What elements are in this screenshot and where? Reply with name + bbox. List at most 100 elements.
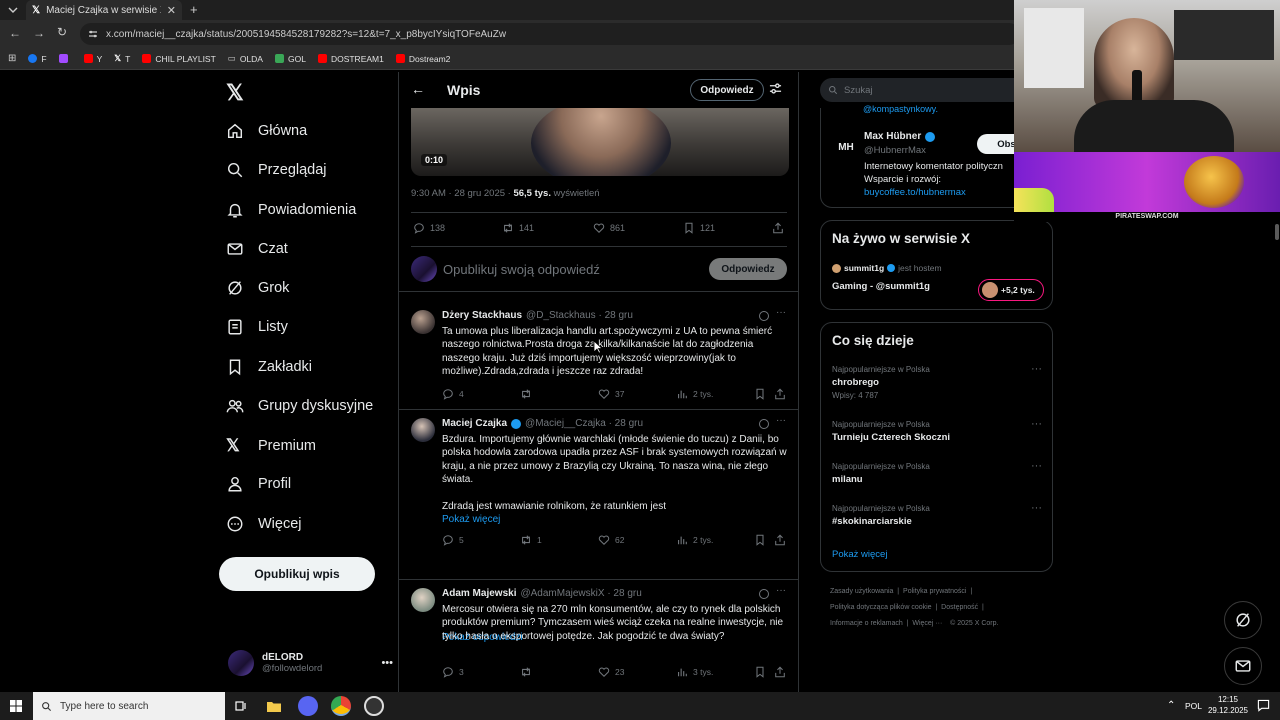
reply-input[interactable]: Opublikuj swoją odpowiedź — [443, 262, 600, 277]
messages-float-button[interactable] — [1224, 647, 1262, 685]
suggested-bio-link[interactable]: buycoffee.to/hubnermax — [864, 187, 966, 198]
close-tab-icon[interactable]: ✕ — [167, 4, 176, 17]
nav-item-lists[interactable]: Listy — [226, 318, 288, 336]
discord-app-icon[interactable] — [298, 696, 318, 716]
nav-item-grok[interactable]: Grok — [226, 279, 289, 297]
partial-link[interactable]: @kompastynkowy. — [863, 104, 938, 114]
reply-author-name[interactable]: Maciej Czajka — [442, 418, 507, 429]
footer-link[interactable]: Polityka prywatności — [903, 588, 966, 595]
more-dots-icon[interactable]: ••• — [381, 657, 393, 669]
trend-item[interactable]: Najpopularniejsze w Polska Turnieju Czte… — [832, 420, 1042, 450]
post-button[interactable]: Opublikuj wpis — [219, 557, 375, 591]
bookmark-twitch[interactable] — [58, 54, 72, 63]
scrollbar-thumb[interactable] — [1275, 224, 1279, 240]
repost-action[interactable]: 141 — [502, 222, 534, 234]
bookmark-dostream1[interactable]: DOSTREAM1 — [317, 54, 384, 64]
trend-item[interactable]: Najpopularniejsze w Polska #skokinarciar… — [832, 504, 1042, 534]
filter-settings-icon[interactable] — [769, 82, 782, 95]
nav-item-explore[interactable]: Przeglądaj — [226, 161, 327, 179]
nav-item-home[interactable]: Główna — [226, 122, 307, 140]
bookmark-dostream2[interactable]: Dostream2 — [395, 54, 450, 64]
nav-item-chat[interactable]: Czat — [226, 240, 288, 258]
back-arrow-icon[interactable]: ← — [9, 26, 21, 40]
trends-show-more[interactable]: Pokaż więcej — [832, 549, 887, 560]
new-tab-button[interactable]: + — [190, 2, 198, 17]
grok-icon[interactable] — [759, 419, 769, 429]
footer-link[interactable]: Więcej ··· — [912, 620, 942, 627]
keyboard-language[interactable]: POL — [1185, 701, 1202, 711]
file-explorer-icon[interactable] — [264, 696, 284, 716]
reply-action[interactable]: 4 — [442, 388, 464, 400]
reply-author-name[interactable]: Adam Majewski — [442, 588, 516, 599]
grok-icon[interactable] — [759, 589, 769, 599]
bookmark-gol[interactable]: GOL — [274, 54, 306, 64]
more-dots-icon[interactable]: ··· — [776, 585, 786, 596]
bookmark-action[interactable] — [754, 534, 766, 546]
back-arrow-icon[interactable]: ← — [411, 81, 425, 97]
reload-icon[interactable]: ↻ — [57, 25, 67, 39]
forward-arrow-icon[interactable]: → — [33, 26, 45, 40]
x-logo-icon[interactable]: 𝕏 — [226, 80, 244, 106]
like-action[interactable]: 37 — [598, 388, 624, 400]
share-action[interactable] — [774, 666, 786, 678]
footer-link[interactable]: Zasady użytkowania — [830, 588, 893, 595]
nav-item-profile[interactable]: Profil — [226, 475, 291, 493]
video-player[interactable]: 0:10 — [411, 108, 789, 176]
chrome-app-icon[interactable] — [331, 696, 351, 716]
show-more-link[interactable]: Pokaż więcej — [442, 514, 500, 525]
apps-grid-icon[interactable]: ⊞ — [8, 53, 16, 64]
reply-action[interactable]: 138 — [413, 222, 445, 234]
trend-item[interactable]: Najpopularniejsze w Polska milanu — [832, 462, 1042, 492]
grok-icon[interactable] — [759, 311, 769, 321]
bookmark-action[interactable] — [754, 666, 766, 678]
more-dots-icon[interactable]: ··· — [776, 307, 786, 318]
reply-item[interactable]: Dżery Stackhaus @D_Stackhaus · 28 gru ··… — [399, 302, 798, 410]
bookmark-action[interactable]: 121 — [683, 222, 715, 234]
windows-start-icon[interactable] — [10, 700, 22, 712]
nav-item-more[interactable]: Więcej — [226, 515, 302, 533]
browser-tab-active[interactable]: 𝕏 Maciej Czajka w serwisie X: „Bo ✕ — [26, 0, 182, 20]
share-action[interactable] — [774, 534, 786, 546]
bookmark-f[interactable]: F — [28, 54, 47, 64]
suggested-name[interactable]: Max Hübner — [864, 131, 921, 142]
bookmark-t[interactable]: 𝕏T — [114, 53, 130, 64]
reply-submit-button[interactable]: Odpowiedz — [709, 258, 787, 280]
like-action[interactable]: 62 — [598, 534, 624, 546]
like-action[interactable]: 861 — [593, 222, 625, 234]
more-dots-icon[interactable]: ··· — [1031, 363, 1042, 375]
reply-author-name[interactable]: Dżery Stackhaus — [442, 310, 522, 321]
taskbar-search-input[interactable]: Type here to search — [33, 692, 225, 720]
tab-list-button[interactable] — [6, 3, 20, 17]
nav-item-bookmarks[interactable]: Zakładki — [226, 358, 312, 376]
footer-link[interactable]: Dostępność — [941, 604, 978, 611]
grok-float-button[interactable] — [1224, 601, 1262, 639]
more-dots-icon[interactable]: ··· — [1031, 418, 1042, 430]
reply-item[interactable]: Maciej Czajka @Maciej__Czajka · 28 gru ·… — [399, 410, 798, 643]
live-host[interactable]: summit1g — [844, 263, 884, 273]
bookmark-y[interactable]: Y — [83, 54, 102, 64]
more-dots-icon[interactable]: ··· — [1031, 460, 1042, 472]
views-action[interactable]: 2 tys. — [676, 388, 713, 400]
reply-action[interactable]: 5 — [442, 534, 464, 546]
url-field[interactable]: x.com/maciej__czajka/status/200519458452… — [80, 23, 1020, 45]
live-space-title[interactable]: Gaming - @summit1g — [832, 281, 930, 292]
reply-action[interactable]: 3 — [442, 666, 464, 678]
taskbar-clock[interactable]: 12:15 29.12.2025 — [1206, 694, 1250, 716]
repost-action[interactable] — [520, 666, 537, 678]
footer-link[interactable]: Informacje o reklamach — [830, 620, 903, 627]
bookmark-olda[interactable]: ▭ OLDA — [228, 53, 263, 64]
share-action[interactable] — [772, 222, 784, 234]
nav-item-premium[interactable]: 𝕏 Premium — [226, 436, 316, 456]
trend-item[interactable]: Najpopularniejsze w Polska chrobrego Wpi… — [832, 365, 1042, 405]
account-switcher[interactable]: dELORD @followdelord ••• — [228, 646, 393, 680]
like-action[interactable]: 23 — [598, 666, 624, 678]
nav-item-communities[interactable]: Grupy dyskusyjne — [226, 397, 373, 415]
footer-link[interactable]: Polityka dotycząca plików cookie — [830, 604, 932, 611]
notifications-icon[interactable] — [1257, 699, 1270, 712]
repost-action[interactable]: 1 — [520, 534, 542, 546]
more-dots-icon[interactable]: ··· — [1031, 502, 1042, 514]
task-view-icon[interactable] — [231, 696, 251, 716]
share-action[interactable] — [774, 388, 786, 400]
obs-app-icon[interactable] — [364, 696, 384, 716]
views-action[interactable]: 2 tys. — [676, 534, 713, 546]
